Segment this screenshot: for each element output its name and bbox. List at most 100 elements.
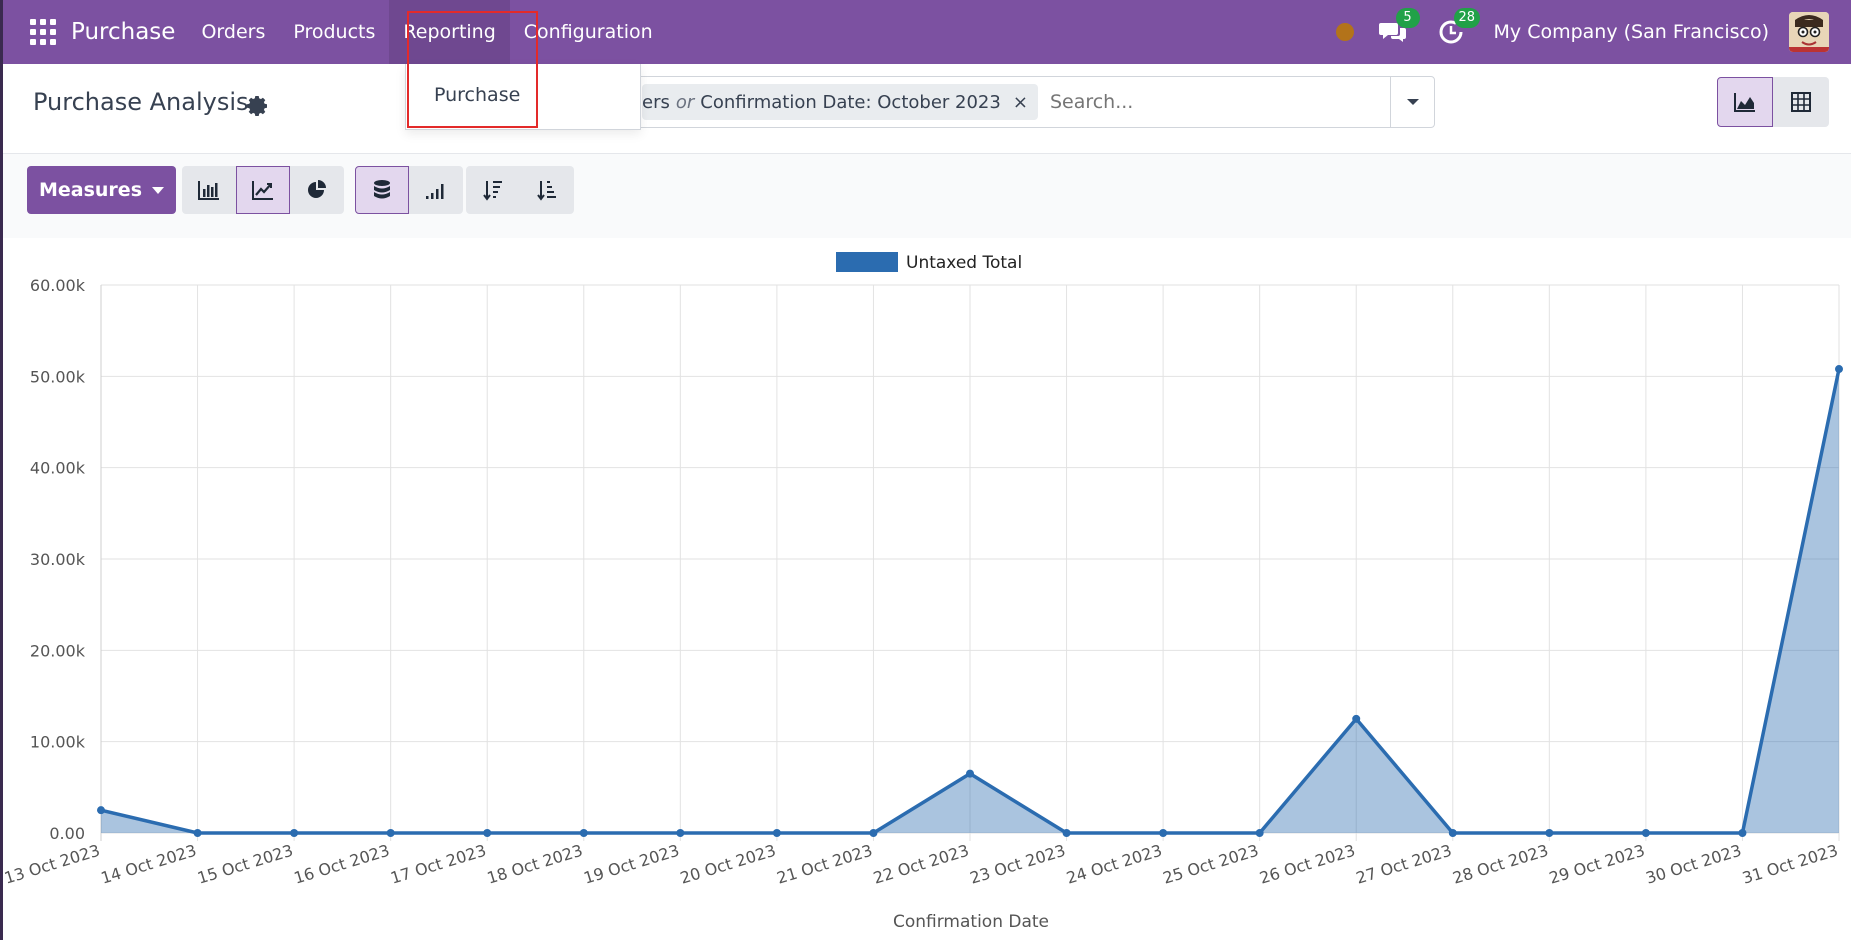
y-tick-label: 20.00k [30, 641, 86, 660]
x-tick-label: 18 Oct 2023 [485, 841, 585, 888]
bar-chart-button[interactable] [182, 166, 236, 214]
caret-down-icon [1406, 99, 1419, 105]
reporting-dropdown: Purchase [405, 64, 641, 130]
x-tick-label: 24 Oct 2023 [1064, 841, 1164, 888]
measures-label: Measures [38, 179, 142, 201]
nav-configuration[interactable]: Configuration [510, 0, 667, 64]
nav-orders[interactable]: Orders [187, 0, 279, 64]
stack-group [355, 166, 463, 214]
x-axis-label: Confirmation Date [893, 912, 1049, 932]
sort-descending-button[interactable] [466, 166, 520, 214]
x-tick-label: 26 Oct 2023 [1257, 841, 1357, 888]
signal-bars-icon [426, 184, 444, 199]
y-tick-label: 0.00 [49, 824, 85, 843]
search-input[interactable] [1037, 91, 1390, 113]
x-tick-label: 25 Oct 2023 [1161, 841, 1261, 888]
data-point [1159, 829, 1168, 837]
graph-area: 0.00 10.00k 20.00k 30.00k 40.00k 50.00k 60.00k… [0, 238, 1851, 940]
search-options-toggle[interactable] [1390, 77, 1434, 127]
data-point [1835, 365, 1843, 374]
data-point [1738, 829, 1747, 837]
apps-grid-icon[interactable] [29, 18, 57, 46]
messages-count-badge: 5 [1395, 8, 1420, 28]
activities-button[interactable]: 28 [1436, 8, 1481, 47]
navbar-systray: 5 28 My Company (San Francisco) [1335, 0, 1851, 64]
data-point [97, 806, 105, 815]
top-navbar: Purchase Orders Products Reporting Confi… [0, 0, 1851, 64]
legend-swatch [836, 252, 898, 272]
measures-button[interactable]: Measures [27, 166, 176, 214]
sort-ascending-icon [537, 181, 556, 201]
data-point [966, 769, 974, 778]
x-tick-label: 23 Oct 2023 [968, 841, 1068, 888]
data-point [1255, 829, 1264, 837]
activities-count-badge: 28 [1453, 8, 1481, 28]
user-avatar[interactable] [1789, 12, 1829, 52]
data-point [1641, 829, 1650, 837]
x-tick-label: 30 Oct 2023 [1643, 841, 1743, 888]
y-tick-label: 50.00k [30, 367, 86, 386]
line-chart: 0.00 10.00k 20.00k 30.00k 40.00k 50.00k 60.00k… [2, 252, 1843, 932]
x-tick-label: 21 Oct 2023 [774, 841, 874, 888]
x-tick-label: 19 Oct 2023 [581, 841, 681, 888]
table-icon [1791, 92, 1811, 112]
bar-chart-icon [198, 181, 219, 200]
x-tick-label: 28 Oct 2023 [1450, 841, 1550, 888]
nav-products[interactable]: Products [279, 0, 389, 64]
data-point [869, 829, 878, 837]
search-bar: ers or Confirmation Date: October 2023 × [635, 76, 1435, 128]
data-point [483, 829, 492, 837]
y-tick-label: 10.00k [30, 733, 86, 752]
dropdown-item-purchase[interactable]: Purchase [434, 84, 520, 106]
data-point [1448, 829, 1457, 837]
presence-status-icon[interactable] [1335, 23, 1354, 41]
company-switcher[interactable]: My Company (San Francisco) [1494, 21, 1769, 43]
messages-button[interactable]: 5 [1378, 8, 1420, 47]
graph-view-button[interactable] [1717, 77, 1773, 127]
data-point [1545, 829, 1554, 837]
data-point [290, 829, 299, 837]
nav-reporting[interactable]: Reporting [389, 0, 510, 64]
line-chart-icon [252, 181, 273, 200]
x-tick-label: 20 Oct 2023 [678, 841, 778, 888]
y-tick-label: 40.00k [30, 459, 86, 478]
search-facet: ers or Confirmation Date: October 2023 × [642, 84, 1038, 120]
area-chart-icon [1734, 93, 1755, 112]
view-switcher [1717, 77, 1829, 127]
data-point [676, 829, 685, 837]
avatar-face-icon [1789, 12, 1829, 52]
x-tick-label: 27 Oct 2023 [1354, 841, 1454, 888]
chart-type-group [182, 166, 344, 214]
x-tick-label: 16 Oct 2023 [292, 841, 392, 888]
pie-chart-icon [308, 180, 326, 198]
database-icon [374, 180, 390, 199]
x-tick-label: 17 Oct 2023 [388, 841, 488, 888]
pie-chart-button[interactable] [290, 166, 344, 214]
caret-down-icon [152, 186, 164, 194]
data-point [193, 829, 202, 837]
y-tick-label: 30.00k [30, 550, 86, 569]
x-tick-label: 31 Oct 2023 [1740, 841, 1840, 888]
gear-icon[interactable] [246, 94, 270, 118]
data-point [386, 829, 395, 837]
x-tick-label: 22 Oct 2023 [871, 841, 971, 888]
cumulative-button[interactable] [409, 166, 463, 214]
facet-left-text: ers [642, 91, 670, 113]
facet-remove-button[interactable]: × [1013, 92, 1028, 113]
line-chart-button[interactable] [236, 166, 290, 214]
sort-descending-icon [483, 181, 502, 201]
control-panel: Purchase Analysis ers or Confirmation Da… [3, 64, 1851, 154]
x-tick-label: 13 Oct 2023 [2, 841, 102, 888]
data-point [579, 829, 588, 837]
page-title: Purchase Analysis [33, 88, 249, 116]
data-point [1062, 829, 1071, 837]
x-tick-label: 14 Oct 2023 [99, 841, 199, 888]
x-tick-label: 15 Oct 2023 [195, 841, 295, 888]
legend-label: Untaxed Total [906, 253, 1022, 273]
x-tick-label: 29 Oct 2023 [1547, 841, 1647, 888]
app-brand[interactable]: Purchase [71, 19, 175, 45]
sort-ascending-button[interactable] [520, 166, 574, 214]
stacked-button[interactable] [355, 166, 409, 214]
pivot-view-button[interactable] [1773, 77, 1829, 127]
facet-or-separator: or [675, 91, 695, 113]
